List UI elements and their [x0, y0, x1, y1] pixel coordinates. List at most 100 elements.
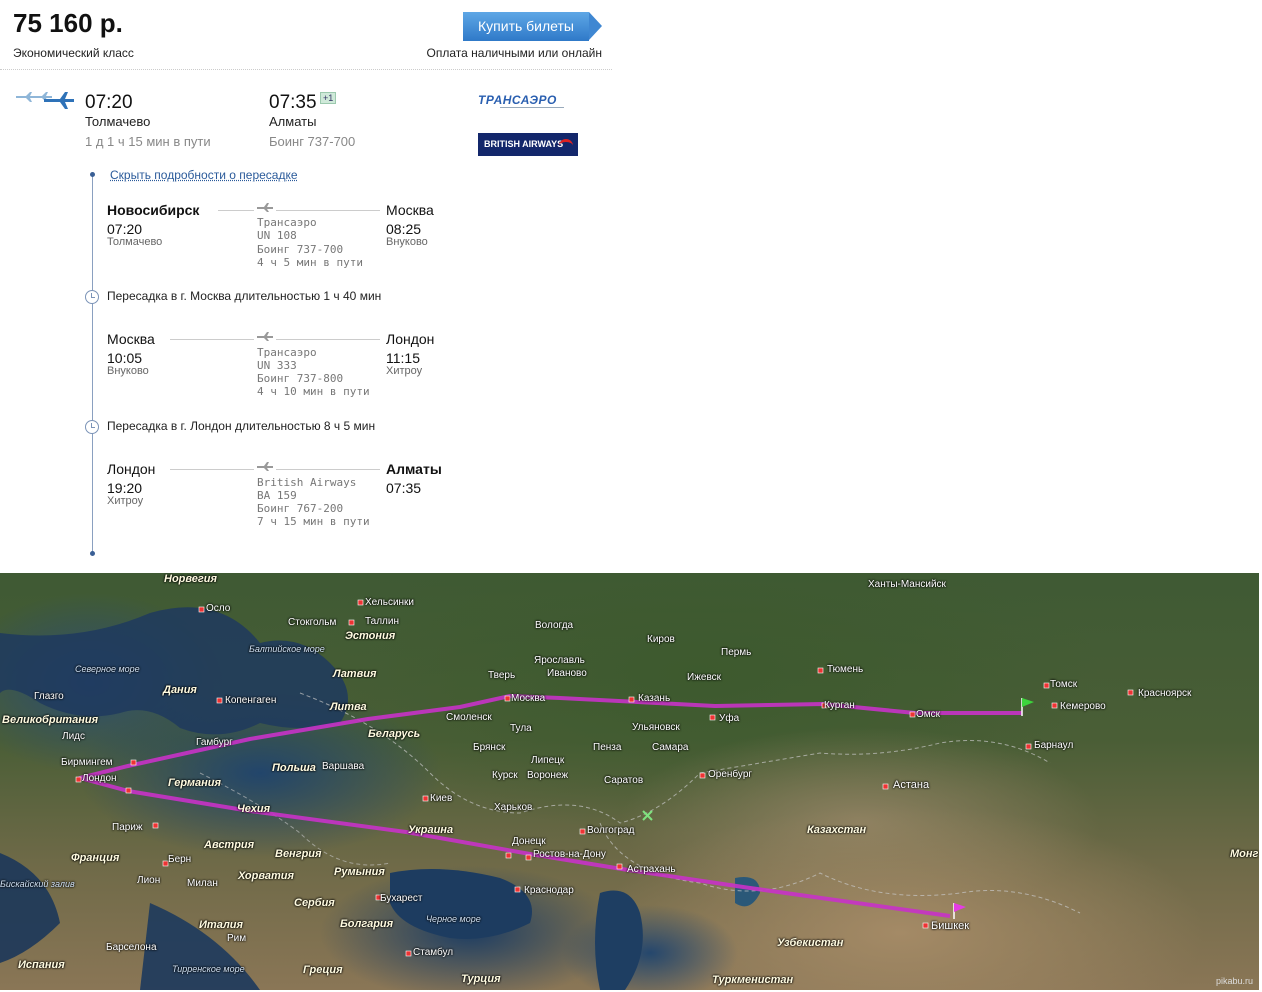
origin-flag-icon: [1021, 698, 1034, 716]
map-city-label: Пермь: [721, 647, 752, 658]
transaero-logo: ТРАНСАЭРО: [478, 93, 557, 107]
map-country-label: Казахстан: [807, 824, 867, 836]
map-country-label: Литва: [330, 701, 367, 713]
route-map[interactable]: Норвегия Эстония Латвия Литва Дания Вели…: [0, 573, 1259, 990]
map-country-label: Венгрия: [275, 848, 322, 860]
map-city-label: Тверь: [488, 670, 516, 681]
timeline-end-dot: [90, 551, 95, 556]
map-sea-label: Бискайский залив: [0, 879, 75, 889]
payment-label: Оплата наличными или онлайн: [426, 46, 602, 60]
map-city-label: Казань: [638, 693, 671, 704]
map-country-label: Сербия: [294, 897, 335, 909]
segment-from-city: Лондон: [107, 461, 156, 477]
buy-tickets-button-arrow[interactable]: [589, 12, 602, 40]
map-country-label: Дания: [163, 684, 197, 696]
segment-dep-time: 10:05: [107, 350, 143, 366]
next-day-badge: +1: [320, 92, 337, 104]
map-country-label: Франция: [71, 852, 120, 864]
segment-line: [276, 210, 380, 211]
map-city-label: Харьков: [494, 802, 533, 813]
map-city-label: Гамбург: [196, 737, 233, 748]
map-city-label: Осло: [206, 603, 231, 614]
summary-aircraft: Боинг 737-700: [269, 134, 356, 149]
segment-carrier: Трансаэро: [257, 346, 317, 359]
map-city-label: Курск: [492, 770, 518, 781]
watermark: pikabu.ru: [1215, 976, 1253, 986]
plane-icon: [257, 203, 273, 212]
segment-duration: 4 ч 5 мин в пути: [257, 256, 363, 269]
map-country-label: Чехия: [237, 803, 271, 815]
segment-line: [276, 469, 380, 470]
segment-to-city: Лондон: [386, 331, 435, 347]
segment-to-airport: Внуково: [386, 236, 428, 248]
segment-aircraft: Боинг 767-200: [257, 502, 344, 515]
map-city-label: Астрахань: [627, 864, 676, 875]
transfer-london: Пересадка в г. Лондон длительностью 8 ч …: [107, 419, 376, 433]
segment-flight-number: BA 159: [257, 489, 297, 502]
timeline-line: [92, 175, 93, 555]
segment-to-city: Алматы: [386, 461, 442, 477]
class-label: Экономический класс: [13, 46, 134, 60]
biscay-water: [0, 853, 60, 963]
map-city-label: Смоленск: [446, 712, 492, 723]
segment-duration: 4 ч 10 мин в пути: [257, 385, 370, 398]
british-airways-swoosh: [559, 139, 573, 150]
map-city-label: Хельсинки: [365, 597, 415, 608]
map-country-label: Испания: [18, 959, 65, 971]
map-city-label: Саратов: [604, 775, 644, 786]
segment-dep-time: 19:20: [107, 480, 143, 496]
map-city-label: Варшава: [322, 761, 365, 772]
summary-departure-airport: Толмачево: [85, 114, 151, 129]
map-country-label: Италия: [199, 919, 243, 931]
map-country-label: Норвегия: [164, 573, 217, 585]
map-country-label: Болгария: [340, 918, 394, 930]
map-city-label: Курган: [824, 700, 855, 711]
segment-line: [276, 339, 380, 340]
transfer-moscow: Пересадка в г. Москва длительностью 1 ч …: [107, 289, 382, 303]
price: 75 160 р.: [13, 8, 123, 38]
map-city-label: Лидс: [62, 731, 85, 742]
map-city-label: Тюмень: [827, 664, 864, 675]
crosshair-marker-icon: [642, 810, 653, 821]
map-city-label: Брянск: [473, 742, 506, 753]
map-city-label: Волгоград: [587, 825, 635, 836]
map-city-label: Берн: [168, 854, 192, 865]
map-country-label: Хорватия: [238, 870, 294, 882]
map-city-label: Лондон: [82, 773, 117, 784]
segment-flight-number: UN 108: [257, 229, 297, 242]
caspian-sea-water: [595, 890, 643, 990]
map-city-label: Оренбург: [708, 769, 753, 780]
clock-icon: [85, 420, 99, 434]
segment-to-city: Москва: [386, 202, 434, 218]
transaero-logo-underline: [500, 107, 564, 108]
map-city-label: Лион: [137, 875, 161, 886]
hide-transfer-details-link[interactable]: Скрыть подробности о пересадке: [110, 168, 298, 182]
map-city-label: Ижевск: [687, 672, 722, 683]
map-sea-label: Тирренское море: [172, 964, 245, 974]
map-city-label: Глазго: [34, 691, 64, 702]
map-city-label: Иваново: [547, 668, 587, 679]
map-city-label: Бухарест: [380, 893, 423, 904]
map-city-label: Уфа: [719, 713, 740, 724]
planes-icon: [16, 92, 74, 109]
map-country-label: Латвия: [333, 668, 377, 680]
map-country-label: Туркменистан: [712, 974, 794, 986]
segment-arr-time: 07:35: [386, 480, 422, 496]
map-country-label: Великобритания: [2, 714, 99, 726]
map-city-label: Воронеж: [527, 770, 569, 781]
map-city-label: Краснодар: [524, 885, 574, 896]
map-city-label: Милан: [187, 878, 218, 889]
map-city-label: Москва: [511, 693, 546, 704]
map-country-label: Австрия: [204, 839, 255, 851]
map-city-label: Барселона: [106, 942, 157, 953]
segment-flight-number: UN 333: [257, 359, 297, 372]
map-city-label: Киев: [430, 793, 453, 804]
summary-departure-time: 07:20: [85, 92, 133, 113]
map-city-label: Ульяновск: [632, 722, 680, 733]
buy-tickets-button[interactable]: Купить билеты: [463, 12, 589, 41]
map-country-label: Польша: [272, 762, 316, 774]
summary-arrival-city: Алматы: [269, 114, 317, 129]
black-sea-water: [390, 869, 532, 939]
segment-from-airport: Толмачево: [107, 236, 163, 248]
map-country-label: Беларусь: [368, 728, 421, 740]
